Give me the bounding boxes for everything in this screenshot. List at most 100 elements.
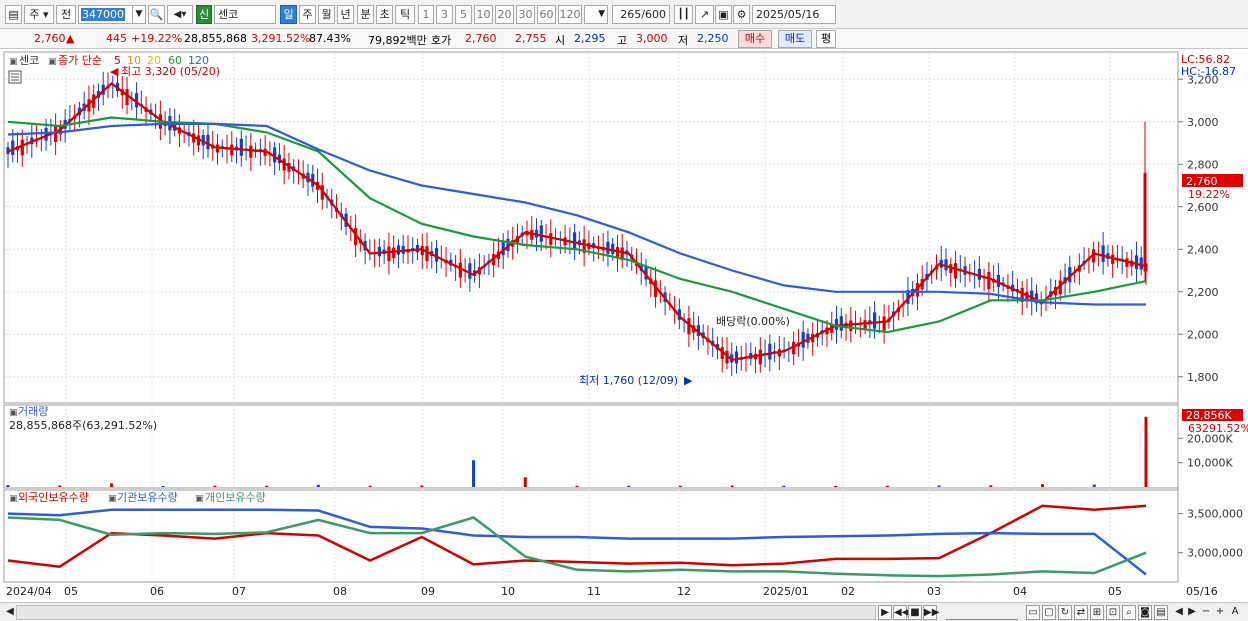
date-field[interactable]: 2025/05/16 — [752, 5, 836, 24]
evaluate-button[interactable]: 평 — [816, 30, 836, 48]
period-year-tab[interactable]: 년 — [337, 5, 354, 24]
candle-body — [768, 343, 772, 360]
stock-name-field[interactable]: 센코 — [214, 5, 276, 24]
save-icon[interactable]: ▣ — [715, 5, 732, 24]
ma-title: 종가 단순 — [58, 54, 102, 67]
holding-box-icon[interactable]: ▣ — [9, 494, 18, 504]
interval-120-button[interactable]: 120 — [558, 5, 582, 24]
draw-tool-icon[interactable]: ↗ — [695, 5, 714, 24]
volume-bar — [368, 485, 372, 487]
interval-5-button[interactable]: 5 — [455, 5, 472, 24]
volume-bar — [523, 477, 527, 487]
speaker-icon[interactable]: ◀▾ — [167, 5, 193, 24]
candle-body — [882, 316, 886, 331]
x-axis-label: 08 — [333, 585, 347, 598]
holding-box-icon-2[interactable]: ▣ — [108, 494, 117, 504]
volume-bar — [627, 485, 631, 487]
data-count-max: /600 — [641, 8, 666, 21]
candle-body — [849, 320, 853, 332]
candle-body — [606, 241, 610, 254]
window-tile-icon[interactable]: ▭ — [1026, 605, 1040, 620]
rotate-icon[interactable]: ↻ — [1058, 605, 1072, 620]
play-icon[interactable]: ▶ — [878, 605, 892, 620]
volume-box-icon[interactable]: ▣ — [9, 408, 18, 418]
scroll-right-icon[interactable]: ◀ — [1172, 605, 1186, 620]
x-axis-label: 05 — [1108, 585, 1122, 598]
candle-body — [801, 332, 805, 348]
volume-bar — [1092, 484, 1096, 487]
high-annotation: 최고 3,320 (05/20) — [121, 65, 220, 78]
period-minute-tab[interactable]: 분 — [357, 5, 374, 24]
market-select[interactable]: 주 ▾ — [24, 5, 54, 24]
period-tick-tab[interactable]: 틱 — [395, 5, 415, 24]
compare-icon[interactable]: ⇄ — [1074, 605, 1088, 620]
volume-bar — [161, 486, 165, 487]
x-axis-label: 04 — [1013, 585, 1027, 598]
gear-icon[interactable]: ⚙ — [733, 5, 750, 24]
zoom-out-icon[interactable]: − — [1200, 605, 1212, 620]
trade-amount: 79,892백만 — [368, 34, 427, 47]
panel-box-icon[interactable]: ▣ — [9, 57, 18, 67]
period-week-tab[interactable]: 주 — [299, 5, 316, 24]
bid-label: 호가 — [431, 34, 452, 47]
open-price: 2,295 — [574, 32, 606, 45]
volume-bar — [6, 485, 10, 487]
zoom-icon[interactable]: ⊞ — [1090, 605, 1104, 620]
volume-axis-label: 10,000K — [1187, 457, 1233, 470]
interval-30-button[interactable]: 30 — [516, 5, 535, 24]
data-count-field[interactable]: 265/600 — [612, 5, 670, 24]
scroll-track[interactable] — [16, 605, 876, 620]
sell-button[interactable]: 매도 — [778, 30, 812, 48]
speed-slider[interactable] — [946, 605, 1018, 620]
interval-60-button[interactable]: 60 — [537, 5, 556, 24]
interval-3-button[interactable]: 3 — [436, 5, 453, 24]
volume-current-pct: 63291.52% — [1188, 422, 1248, 435]
window-menu-icon[interactable]: ▤ — [5, 5, 22, 24]
candle-body — [249, 145, 253, 158]
price-axis-label: 3,000 — [1187, 116, 1219, 129]
interval-10-button[interactable]: 10 — [474, 5, 493, 24]
holding-box-icon-3[interactable]: ▣ — [195, 494, 204, 504]
turnover-pct: 87.43% — [309, 32, 351, 45]
fast-forward-icon[interactable]: ▶▶ — [923, 605, 939, 620]
rewind-icon[interactable]: ◀◀ — [893, 605, 909, 620]
period-second-tab[interactable]: 초 — [376, 5, 393, 24]
volume-bar — [472, 460, 476, 487]
low-label: 저 — [678, 34, 689, 47]
chart-toolbar: ▤ 주 ▾ 전 347000 ▼ 🔍 ◀▾ 신 센코 일 주 월 년 분 초 틱… — [0, 0, 1248, 29]
interval-1-button[interactable]: 1 — [418, 5, 434, 24]
price-axis-label: 3,200 — [1187, 73, 1219, 86]
scroll-left-icon[interactable]: ◀ — [4, 605, 16, 620]
auto-scale-icon[interactable]: A — [1228, 605, 1242, 620]
stop-icon[interactable]: ■ — [908, 605, 922, 620]
chart-canvas[interactable]: ▣ 센코 ▣ 종가 단순 5 10 20 60 120 LC:56.82 HC:… — [0, 50, 1248, 602]
fit-icon[interactable]: ⊡ — [1106, 605, 1120, 620]
period-day-tab[interactable]: 일 — [280, 5, 297, 24]
buy-button[interactable]: 매수 — [738, 30, 772, 48]
zoom-in-icon[interactable]: + — [1214, 605, 1226, 620]
period-month-tab[interactable]: 월 — [318, 5, 335, 24]
x-axis-label: 12 — [677, 585, 691, 598]
window-split-icon[interactable]: ▢ — [1042, 605, 1056, 620]
holding-axis-label: 3,500,000 — [1187, 508, 1243, 521]
code-dropdown-icon[interactable]: ▼ — [132, 5, 146, 24]
interval-20-button[interactable]: 20 — [495, 5, 514, 24]
high-arrow-icon: ◀ — [110, 65, 119, 78]
candle-type-icon[interactable]: ┃┃ — [674, 5, 693, 24]
x-axis: 2024/04 05 06 07 08 09 10 11 12 2025/01 02 03 04 05 05… — [6, 585, 1218, 598]
low-annotation: 최저 1,760 (12/09) — [579, 374, 678, 387]
scroll-end-icon[interactable]: ▶ — [1186, 605, 1198, 620]
magnify-icon[interactable]: ⌕ — [1122, 605, 1136, 620]
candle-last-body — [1143, 172, 1147, 272]
search-icon[interactable]: 🔍 — [148, 5, 165, 24]
camera-icon[interactable]: ◙ — [1138, 605, 1152, 620]
candle-body — [11, 140, 15, 155]
candle-body — [468, 263, 472, 279]
panel-box-icon-2[interactable]: ▣ — [48, 57, 57, 67]
print-icon[interactable]: ▤ — [1154, 605, 1168, 620]
chart-area[interactable]: ▣ 센코 ▣ 종가 단순 5 10 20 60 120 LC:56.82 HC:… — [0, 50, 1248, 602]
interval-custom-dropdown[interactable]: ▼ — [584, 5, 608, 24]
chart-scrollbar[interactable]: ◀ ▶ ◀◀ ■ ▶▶ ▭ ▢ ↻ ⇄ ⊞ ⊡ ⌕ ◙ ▤ ◀ ▶ − + A — [0, 602, 1248, 621]
volume-bar — [937, 485, 941, 487]
all-button[interactable]: 전 — [56, 5, 76, 24]
